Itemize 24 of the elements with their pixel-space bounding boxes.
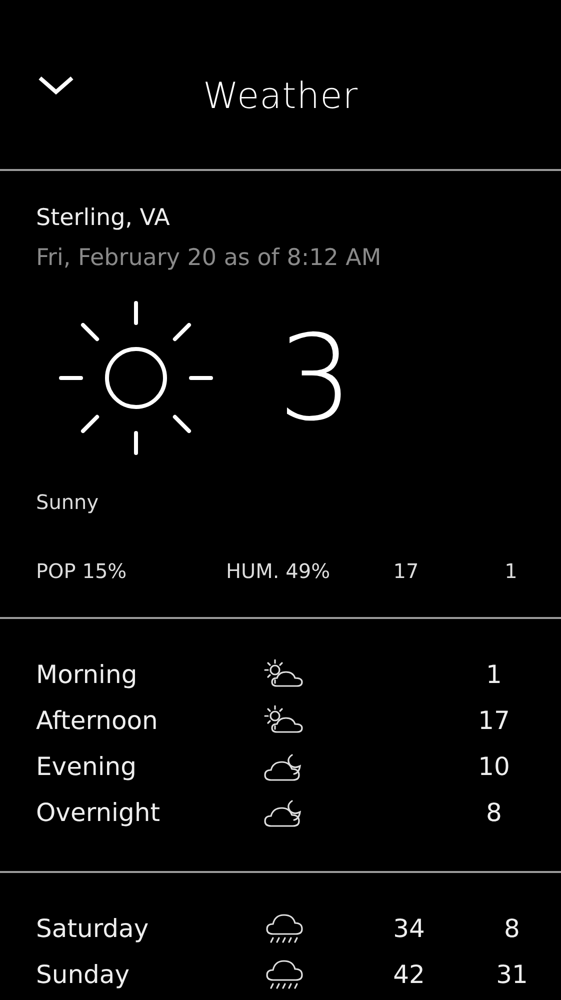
period-name: Afternoon <box>36 706 159 734</box>
day-low: 8 <box>503 914 521 942</box>
sun-icon <box>56 298 216 458</box>
day-name: Sunday <box>36 960 131 988</box>
period-temperature: 8 <box>485 798 503 826</box>
period-temperature: 1 <box>485 660 503 688</box>
period-temperature: 17 <box>477 706 511 734</box>
location-name: Sterling, VA <box>36 204 170 233</box>
low-temperature: 1 <box>504 559 518 583</box>
day-name: Saturday <box>36 914 150 942</box>
updated-time: Fri, February 20 as of 8:12 AM <box>36 244 382 273</box>
humidity-value: HUM. 49% <box>226 559 332 583</box>
day-low: 31 <box>495 960 529 988</box>
condition-text: Sunny <box>36 490 99 514</box>
page-title: Weather <box>202 75 358 119</box>
period-name: Evening <box>36 752 138 780</box>
day-high: 42 <box>392 960 426 988</box>
current-temperature: 3 <box>278 318 354 438</box>
day-high: 34 <box>392 914 426 942</box>
period-temperature: 10 <box>477 752 511 780</box>
period-name: Overnight <box>36 798 161 826</box>
precipitation-chance: POP 15% <box>36 559 128 583</box>
high-temperature: 17 <box>392 559 420 583</box>
period-name: Morning <box>36 660 138 688</box>
